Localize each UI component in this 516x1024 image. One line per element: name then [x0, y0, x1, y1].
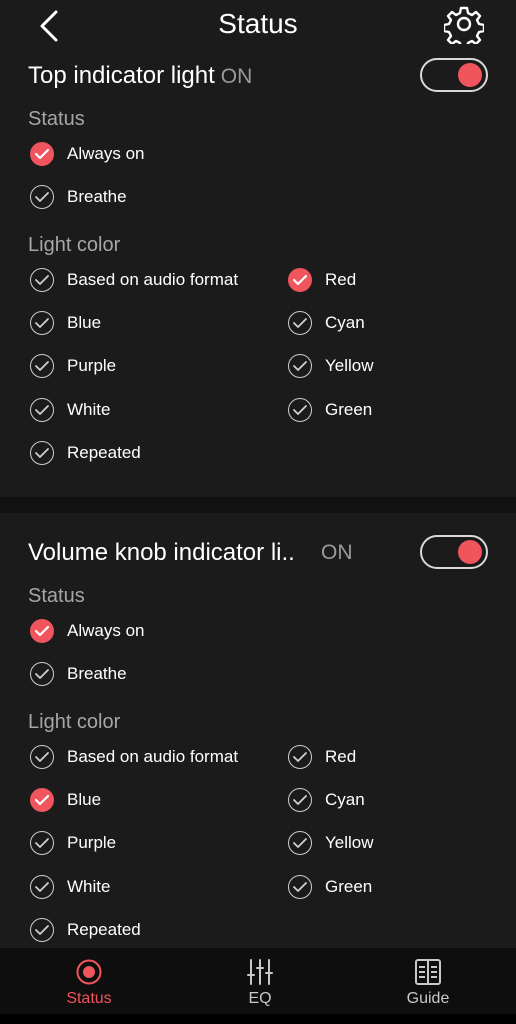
check-icon	[30, 185, 54, 209]
color-option-yellow[interactable]: Yellow	[288, 828, 374, 858]
option-label: Breathe	[67, 187, 127, 206]
option-label: Always on	[67, 621, 145, 640]
color-option-cyan[interactable]: Cyan	[288, 785, 365, 815]
checked-icon	[288, 268, 312, 292]
status-label: Status	[28, 108, 85, 130]
color-option-green[interactable]: Green	[288, 395, 372, 425]
system-bar	[0, 1014, 516, 1024]
eq-icon	[247, 959, 273, 985]
option-label: Yellow	[325, 356, 374, 375]
tab-guide[interactable]: Guide	[368, 948, 488, 1014]
option-label: Purple	[67, 833, 117, 852]
check-icon	[288, 875, 312, 899]
status-option-always-on[interactable]: Always on	[30, 616, 144, 646]
tab-label: EQ	[248, 990, 272, 1007]
state-text: ON	[321, 541, 353, 564]
color-option-purple[interactable]: Purple	[30, 828, 116, 858]
section-divider	[0, 497, 516, 513]
option-label: White	[67, 400, 111, 419]
checked-icon	[30, 788, 54, 812]
option-label: Red	[325, 747, 357, 766]
checked-icon	[30, 142, 54, 166]
tab-label: Guide	[406, 990, 450, 1007]
check-icon	[288, 354, 312, 378]
status-option-breathe[interactable]: Breathe	[30, 659, 127, 689]
color-option-blue[interactable]: Blue	[30, 785, 101, 815]
color-option-cyan[interactable]: Cyan	[288, 308, 365, 338]
top-indicator-title: Top indicator light ON	[28, 62, 252, 90]
option-label: Green	[325, 877, 373, 896]
option-label: Always on	[67, 144, 145, 163]
status-option-always-on[interactable]: Always on	[30, 139, 144, 169]
option-label: Red	[325, 270, 357, 289]
color-option-yellow[interactable]: Yellow	[288, 351, 374, 381]
check-icon	[288, 311, 312, 335]
option-label: Blue	[67, 790, 102, 809]
check-icon	[30, 268, 54, 292]
section-title-text: Volume knob indicator li..	[28, 539, 295, 566]
option-label: Cyan	[325, 790, 365, 809]
header: Status	[0, 0, 516, 52]
toggle-knob	[458, 63, 482, 87]
check-icon	[30, 745, 54, 769]
check-icon	[288, 831, 312, 855]
color-option-purple[interactable]: Purple	[30, 351, 116, 381]
status-option-breathe[interactable]: Breathe	[30, 182, 127, 212]
color-option-audio-format[interactable]: Based on audio format	[30, 265, 238, 295]
check-icon	[30, 354, 54, 378]
light-color-label: Light color	[28, 711, 121, 733]
check-icon	[30, 831, 54, 855]
status-label: Status	[28, 585, 85, 607]
check-icon	[30, 662, 54, 686]
tab-status[interactable]: Status	[29, 948, 149, 1014]
light-color-label: Light color	[28, 234, 121, 256]
check-icon	[288, 398, 312, 422]
option-label: Repeated	[67, 443, 141, 462]
option-label: Cyan	[325, 313, 365, 332]
volume-knob-title: Volume knob indicator li..	[28, 539, 295, 567]
check-icon	[30, 875, 54, 899]
color-option-white[interactable]: White	[30, 395, 110, 425]
option-label: Breathe	[67, 664, 127, 683]
option-label: Purple	[67, 356, 117, 375]
gear-icon	[442, 6, 486, 50]
check-icon	[30, 441, 54, 465]
color-option-repeated[interactable]: Repeated	[30, 915, 141, 945]
option-label: Yellow	[325, 833, 374, 852]
option-label: Based on audio format	[67, 747, 239, 766]
color-option-blue[interactable]: Blue	[30, 308, 101, 338]
settings-button[interactable]	[442, 4, 486, 50]
color-option-audio-format[interactable]: Based on audio format	[30, 742, 238, 772]
state-text: ON	[220, 65, 253, 88]
guide-icon	[415, 959, 441, 985]
color-option-repeated[interactable]: Repeated	[30, 438, 141, 468]
color-option-red[interactable]: Red	[288, 265, 356, 295]
volume-knob-toggle[interactable]	[420, 535, 488, 569]
bottom-tab-bar: Status EQ Guide	[0, 948, 516, 1014]
check-icon	[288, 745, 312, 769]
option-label: Green	[325, 400, 373, 419]
check-icon	[30, 918, 54, 942]
toggle-knob	[458, 540, 482, 564]
section-title-text: Top indicator light	[28, 62, 215, 89]
tab-label: Status	[66, 990, 112, 1007]
color-option-green[interactable]: Green	[288, 872, 372, 902]
status-icon	[76, 959, 102, 985]
page-title: Status	[218, 8, 298, 39]
color-option-white[interactable]: White	[30, 872, 110, 902]
check-icon	[30, 311, 54, 335]
option-label: Based on audio format	[67, 270, 239, 289]
color-option-red[interactable]: Red	[288, 742, 356, 772]
option-label: White	[67, 877, 111, 896]
check-icon	[30, 398, 54, 422]
checked-icon	[30, 619, 54, 643]
option-label: Blue	[67, 313, 102, 332]
top-indicator-toggle[interactable]	[420, 58, 488, 92]
option-label: Repeated	[67, 920, 141, 939]
tab-eq[interactable]: EQ	[200, 948, 320, 1014]
check-icon	[288, 788, 312, 812]
